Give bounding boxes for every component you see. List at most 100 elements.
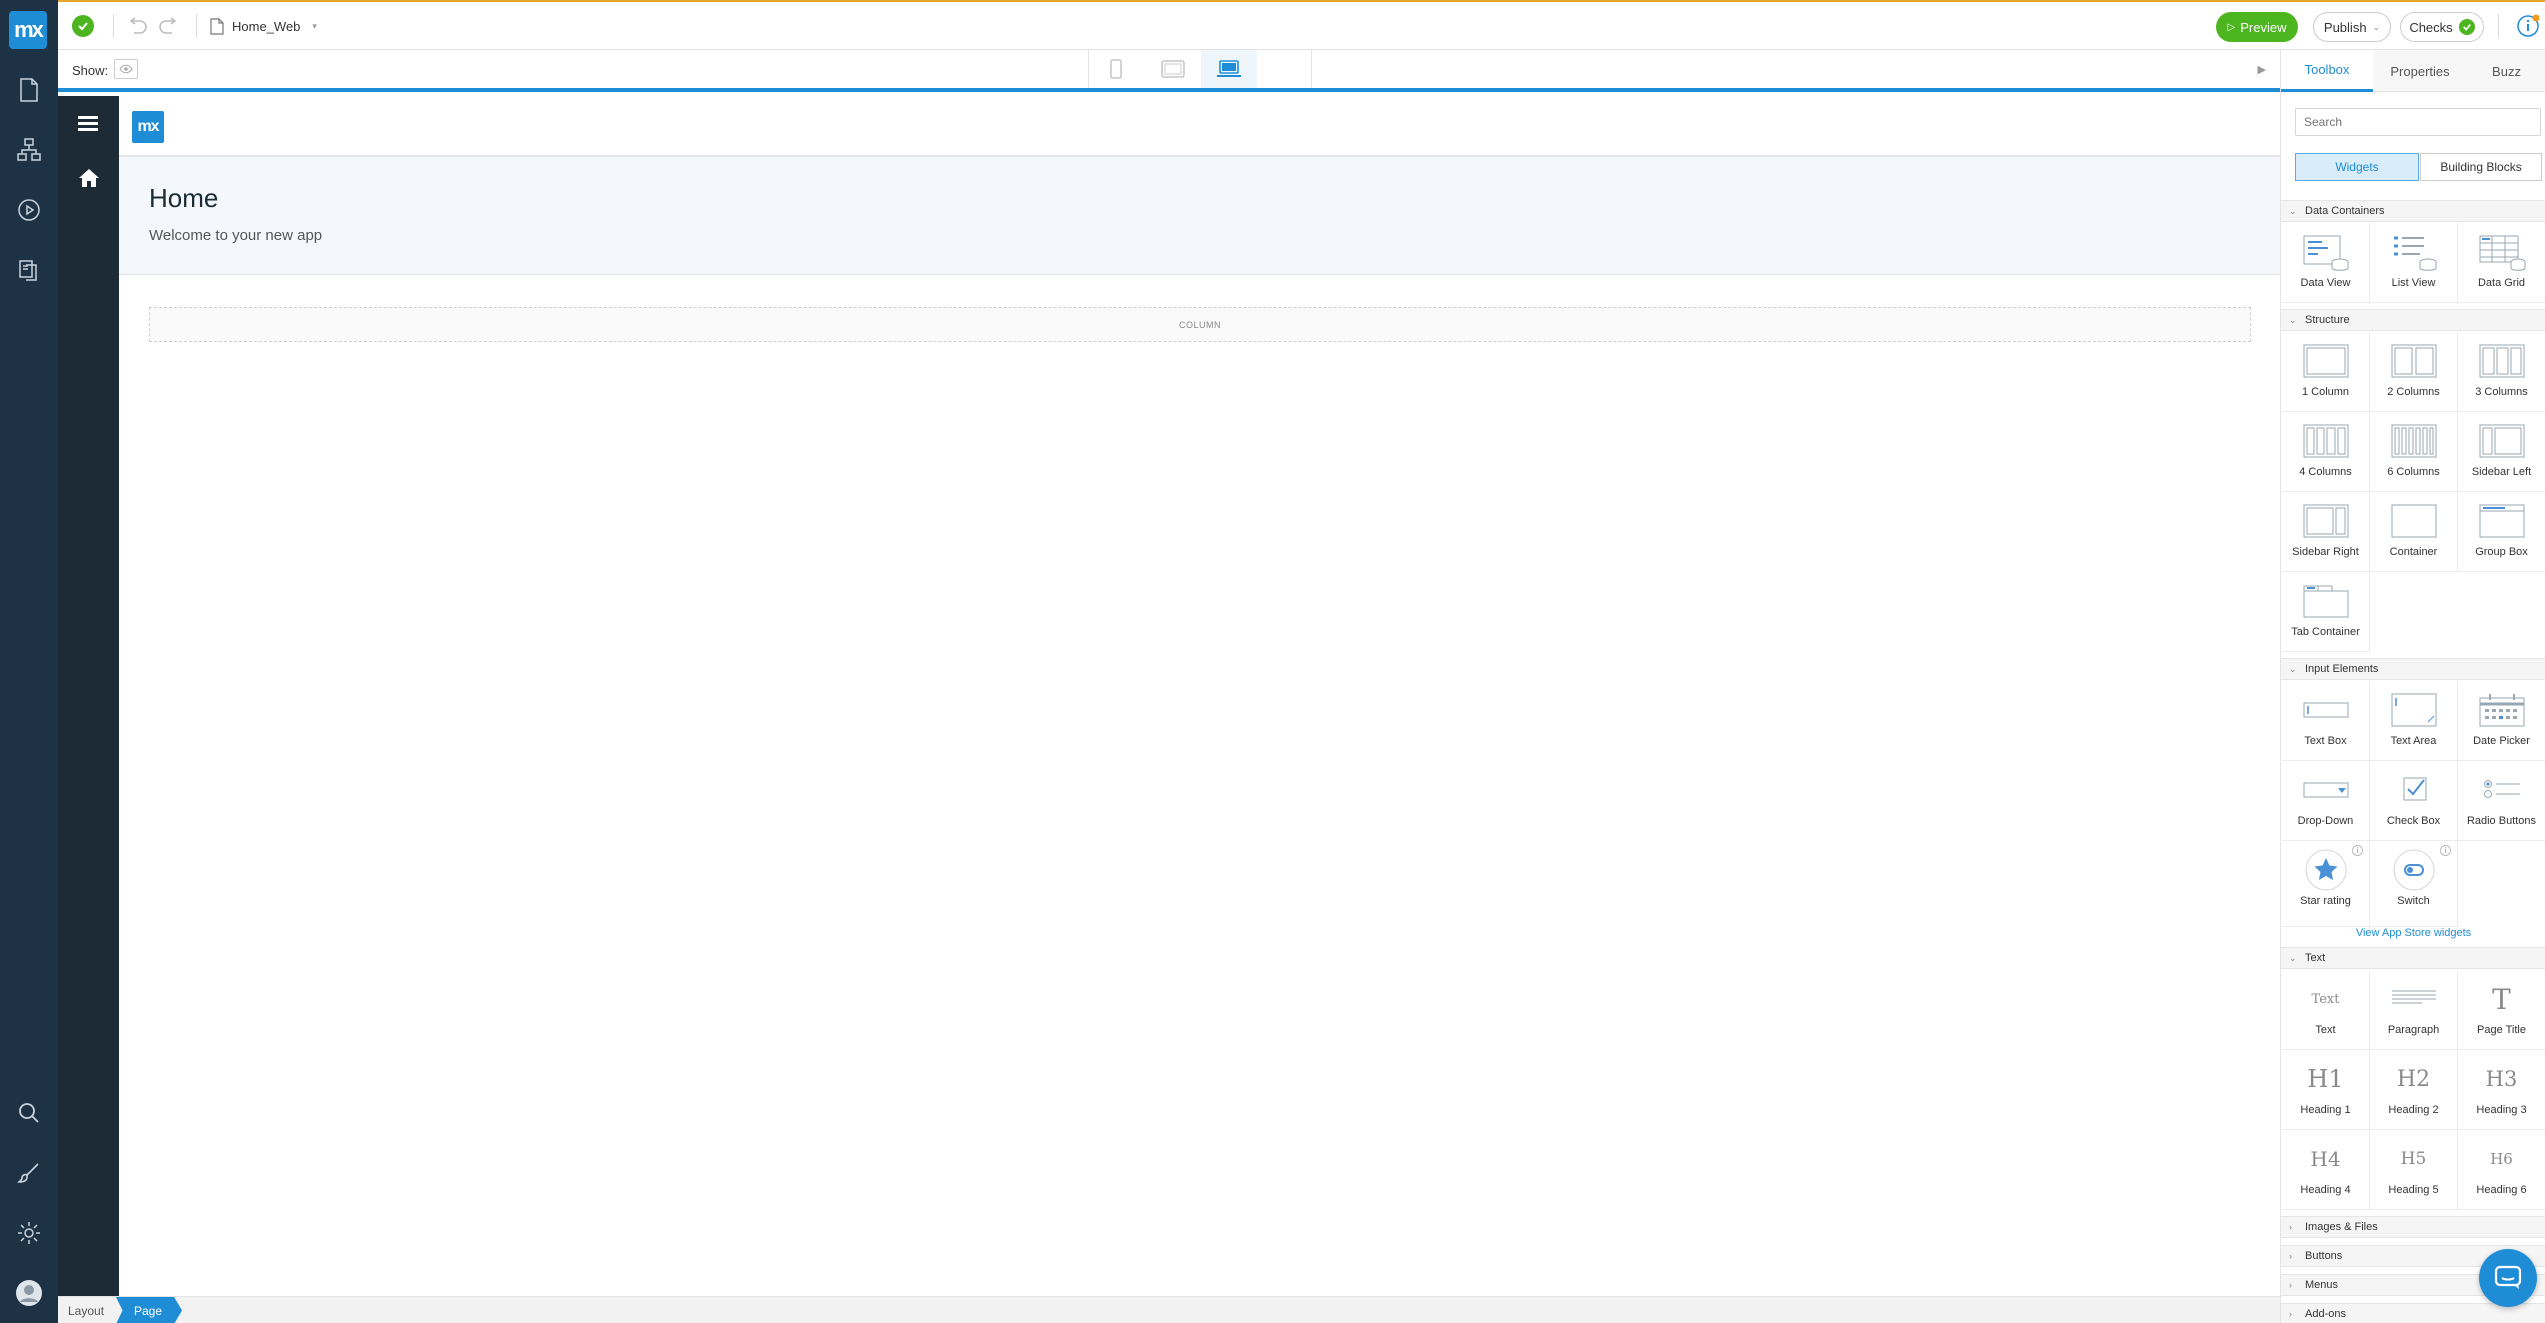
widget-label: Sidebar Left	[2471, 466, 2532, 478]
section-input-elements[interactable]: ⌄ Input Elements	[2281, 658, 2545, 680]
undo-button[interactable]	[126, 2, 148, 50]
widgets-toggle[interactable]: Widgets	[2295, 153, 2419, 181]
widget-text-area[interactable]: Text Area	[2370, 681, 2458, 761]
widget-1-column[interactable]: 1 Column	[2282, 332, 2370, 412]
widget-tab-container[interactable]: Tab Container	[2282, 572, 2370, 652]
left-rail: mx	[0, 0, 58, 1323]
separator	[196, 14, 197, 38]
3-columns-icon	[2476, 340, 2528, 382]
redo-button[interactable]	[158, 2, 180, 50]
show-toggle[interactable]	[114, 59, 138, 79]
section-data-containers[interactable]: ⌄ Data Containers	[2281, 200, 2545, 222]
widget-check-box[interactable]: Check Box	[2370, 761, 2458, 841]
tab-properties[interactable]: Properties	[2373, 50, 2467, 92]
page-title-icon: T	[2492, 982, 2511, 1016]
page-icon[interactable]	[13, 74, 45, 106]
widget-sidebar-left[interactable]: Sidebar Left	[2458, 412, 2545, 492]
widget-heading-6[interactable]: H6 Heading 6	[2458, 1130, 2545, 1210]
theme-brush-icon[interactable]	[13, 1157, 45, 1189]
breadcrumb-page[interactable]: Page	[116, 1297, 183, 1323]
phone-view-button[interactable]	[1089, 50, 1143, 88]
widget-data-view[interactable]: Data View	[2282, 223, 2370, 303]
hamburger-menu-icon[interactable]	[78, 116, 98, 134]
column-placeholder[interactable]: COLUMN	[149, 307, 2251, 342]
section-images-files[interactable]: › Images & Files	[2281, 1216, 2545, 1238]
page-title[interactable]: Home	[149, 183, 218, 214]
info-icon[interactable]: i	[2440, 845, 2451, 856]
eye-icon	[119, 64, 133, 74]
check-ok-icon	[2458, 19, 2475, 35]
tab-buzz[interactable]: Buzz	[2467, 50, 2545, 92]
1-column-icon	[2300, 340, 2352, 382]
drop-down-icon	[2300, 769, 2352, 811]
widget-container[interactable]: Container	[2370, 492, 2458, 572]
widget-label: Text Area	[2390, 735, 2437, 747]
chevron-right-icon: ›	[2289, 1280, 2292, 1290]
chat-support-button[interactable]	[2479, 1249, 2537, 1307]
separator	[2498, 14, 2499, 38]
document-title: Home_Web	[232, 18, 301, 34]
section-label: Structure	[2305, 314, 2350, 326]
run-icon[interactable]	[13, 194, 45, 226]
widget-heading-4[interactable]: H4 Heading 4	[2282, 1130, 2370, 1210]
widget-text[interactable]: Text Text	[2282, 970, 2370, 1050]
widget-label: Date Picker	[2473, 735, 2530, 747]
widget-text-box[interactable]: Text Box	[2282, 681, 2370, 761]
widget-group-box[interactable]: Group Box	[2458, 492, 2545, 572]
domain-model-icon[interactable]	[13, 134, 45, 166]
heading-3-icon: H3	[2485, 1067, 2518, 1091]
text-area-icon	[2388, 689, 2440, 731]
tablet-view-button[interactable]	[1146, 50, 1200, 88]
widget-2-columns[interactable]: 2 Columns	[2370, 332, 2458, 412]
star-rating-icon	[2300, 849, 2352, 891]
widget-sidebar-right[interactable]: Sidebar Right	[2282, 492, 2370, 572]
widget-date-picker[interactable]: Date Picker	[2458, 681, 2545, 761]
document-selector[interactable]: Home_Web ▾	[210, 2, 317, 50]
home-icon[interactable]	[78, 168, 100, 193]
switch-icon	[2388, 849, 2440, 891]
tablet-icon	[1161, 60, 1185, 78]
widget-3-columns[interactable]: 3 Columns	[2458, 332, 2545, 412]
app-logo[interactable]: mx	[132, 111, 164, 143]
widget-heading-1[interactable]: H1 Heading 1	[2282, 1050, 2370, 1130]
page-subtitle[interactable]: Welcome to your new app	[149, 227, 322, 244]
tab-toolbox[interactable]: Toolbox	[2281, 50, 2373, 92]
user-avatar-icon[interactable]	[13, 1277, 45, 1309]
widget-heading-3[interactable]: H3 Heading 3	[2458, 1050, 2545, 1130]
widget-radio-buttons[interactable]: Radio Buttons	[2458, 761, 2545, 841]
settings-icon[interactable]	[13, 1217, 45, 1249]
widget-drop-down[interactable]: Drop-Down	[2282, 761, 2370, 841]
widget-star-rating[interactable]: Star rating i	[2282, 841, 2370, 927]
breadcrumb-layout[interactable]: Layout	[58, 1297, 114, 1323]
desktop-view-button[interactable]	[1201, 50, 1257, 88]
widget-list-view[interactable]: List View	[2370, 223, 2458, 303]
widget-switch[interactable]: Switch i	[2370, 841, 2458, 927]
mendix-logo[interactable]: mx	[9, 11, 47, 49]
widget-heading-2[interactable]: H2 Heading 2	[2370, 1050, 2458, 1130]
info-icon[interactable]: i	[2352, 845, 2363, 856]
publish-button[interactable]: Publish ⌄	[2313, 12, 2391, 42]
widget-paragraph[interactable]: Paragraph	[2370, 970, 2458, 1050]
heading-6-icon: H6	[2490, 1150, 2513, 1168]
search-icon[interactable]	[13, 1097, 45, 1129]
widget-label: Radio Buttons	[2466, 815, 2537, 827]
toolbox-search-input[interactable]	[2295, 108, 2541, 136]
chevron-down-icon: ⌄	[2289, 205, 2297, 216]
building-blocks-toggle[interactable]: Building Blocks	[2420, 153, 2542, 181]
widget-heading-5[interactable]: H5 Heading 5	[2370, 1130, 2458, 1210]
widget-4-columns[interactable]: 4 Columns	[2282, 412, 2370, 492]
panel-collapse-icon[interactable]: ▶	[2258, 63, 2266, 76]
section-text[interactable]: ⌄ Text	[2281, 947, 2545, 969]
widget-6-columns[interactable]: 6 Columns	[2370, 412, 2458, 492]
documents-icon[interactable]	[13, 254, 45, 286]
info-button[interactable]	[2516, 2, 2540, 50]
status-check[interactable]	[72, 2, 94, 50]
view-app-store-widgets-link[interactable]: View App Store widgets	[2281, 927, 2545, 939]
section-structure[interactable]: ⌄ Structure	[2281, 309, 2545, 331]
preview-button[interactable]: ▷ Preview	[2216, 12, 2298, 42]
checks-button[interactable]: Checks	[2400, 12, 2484, 42]
app-sidebar	[58, 96, 119, 1296]
widget-page-title[interactable]: T Page Title	[2458, 970, 2545, 1050]
widget-data-grid[interactable]: Data Grid	[2458, 223, 2545, 303]
widget-label: 3 Columns	[2475, 386, 2528, 398]
